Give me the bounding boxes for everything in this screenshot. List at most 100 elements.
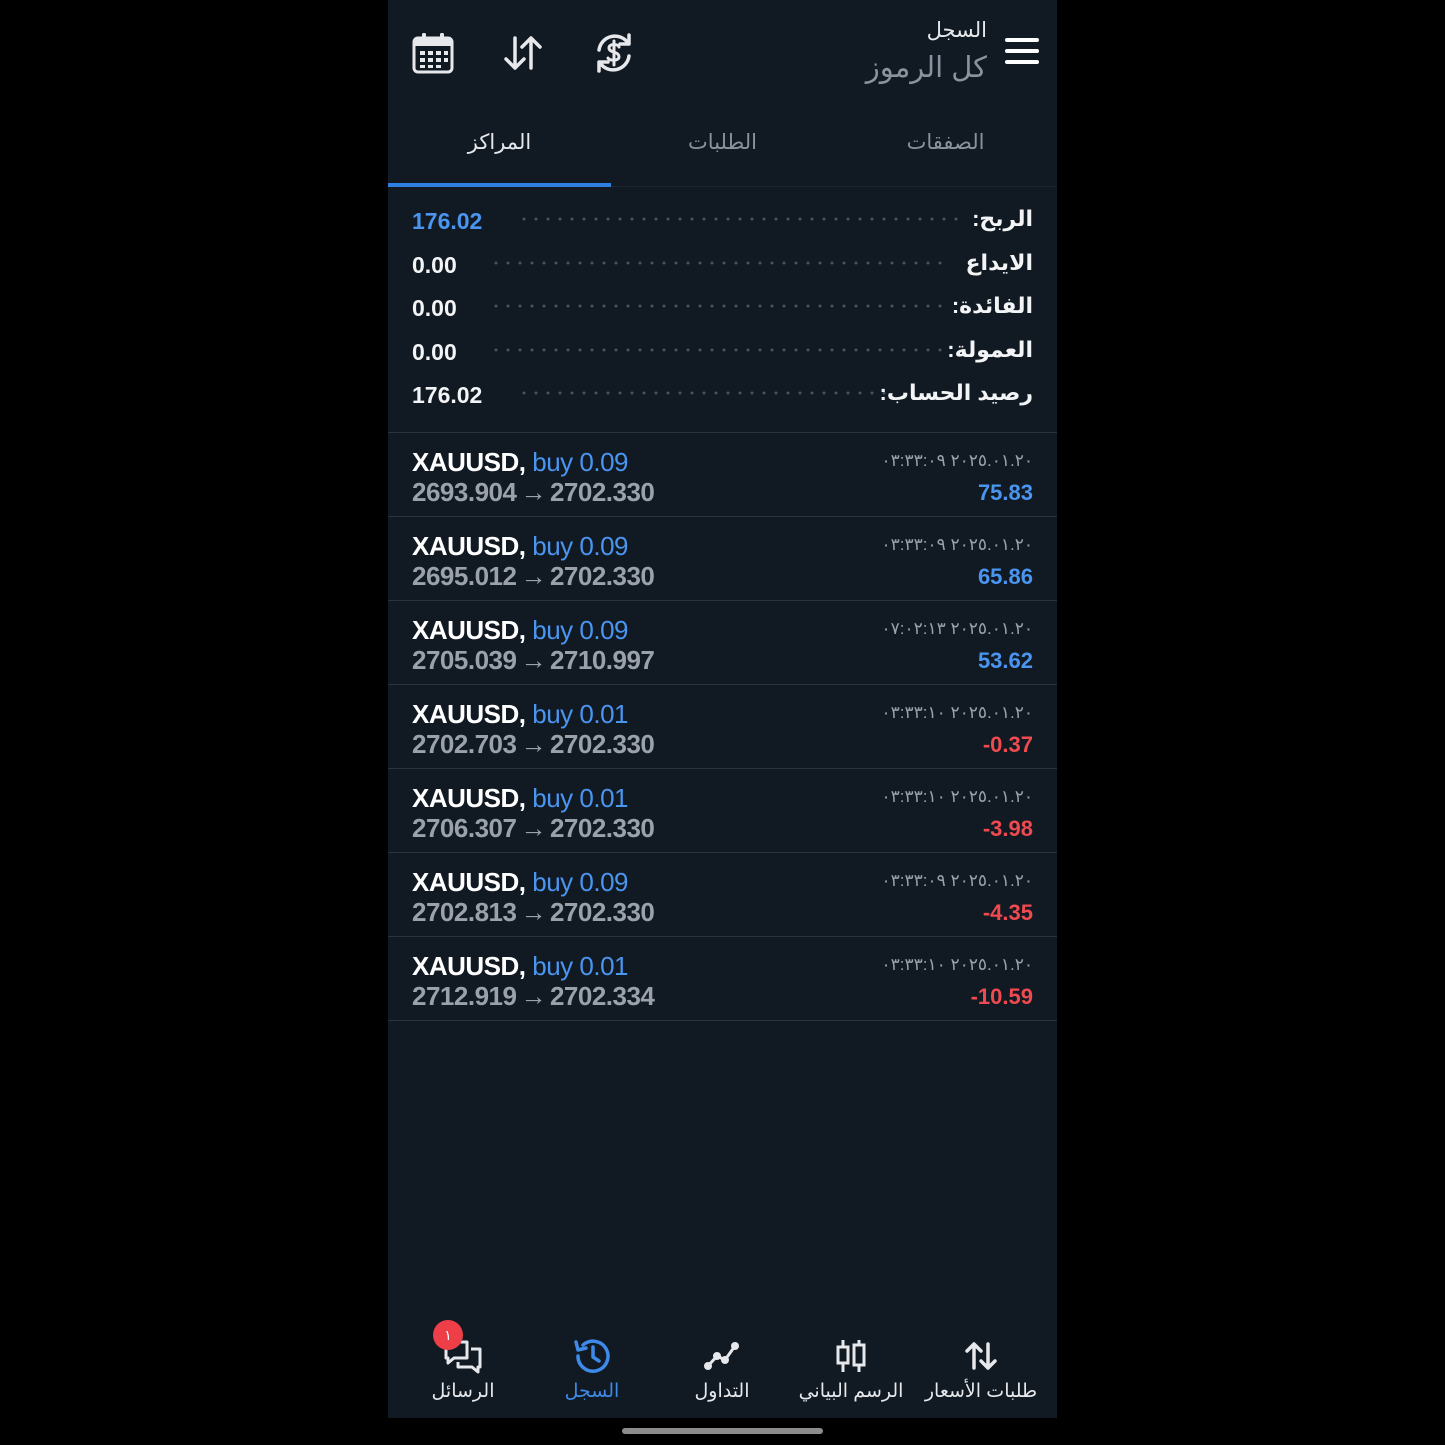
- active-tab-indicator: [388, 183, 611, 187]
- symbol: XAUUSD,: [412, 951, 526, 981]
- commission-label: العمولة:: [947, 336, 1033, 362]
- nav-chart[interactable]: الرسم البياني: [786, 1308, 916, 1418]
- leader-dots: [518, 216, 958, 222]
- timestamp: ٢٠٢٥.٠١.٢٠ ٠٧:٠٢:١٣: [881, 619, 1033, 638]
- arrow-right-icon: →: [520, 477, 546, 507]
- close-price: 2702.330: [549, 477, 655, 507]
- interest-label: الفائدة:: [951, 293, 1033, 318]
- tab-positions[interactable]: المراكز: [388, 112, 611, 186]
- trade-side-volume: buy 0.01: [532, 951, 628, 981]
- open-price: 2705.039: [412, 645, 517, 675]
- summary-row-profit: 176.02 الربح:: [388, 198, 1057, 242]
- currency-refresh-icon[interactable]: [591, 30, 637, 76]
- leader-dots: [490, 259, 950, 266]
- nav-label: الرسم البياني: [798, 1381, 904, 1402]
- bottom-nav: ١ الرسائل السجل التداول الرسم البياني طل…: [388, 1308, 1057, 1418]
- history-icon: [572, 1336, 612, 1376]
- profit: 65.86: [977, 564, 1033, 589]
- nav-history[interactable]: السجل: [527, 1308, 657, 1418]
- symbol: XAUUSD,: [412, 615, 526, 645]
- profit-value: 176.02: [412, 208, 483, 234]
- profit: -0.37: [982, 732, 1033, 757]
- symbol: XAUUSD,: [412, 867, 526, 897]
- profit: -10.59: [970, 984, 1033, 1009]
- home-indicator-area: [388, 1418, 1057, 1445]
- quotes-icon: [961, 1336, 1001, 1376]
- trade-side-volume: buy 0.09: [532, 447, 628, 477]
- symbol: XAUUSD,: [412, 447, 526, 477]
- deposit-label: الايداع: [965, 249, 1033, 275]
- list-item[interactable]: XAUUSD, buy 0.01 2712.919 → 2702.334 ٢٠٢٥.…: [388, 937, 1057, 1021]
- open-price: 2693.904: [412, 477, 517, 507]
- arrow-right-icon: →: [520, 897, 546, 927]
- summary-row-interest: 0.00 الفائدة:: [388, 285, 1057, 329]
- symbol-filter-title[interactable]: كل الرموز: [866, 50, 987, 85]
- sort-arrows-icon[interactable]: [500, 30, 546, 76]
- summary-row-deposit: 0.00 الايداع: [388, 242, 1057, 286]
- list-item[interactable]: XAUUSD, buy 0.09 2695.012 → 2702.330 ٢٠٢٥.…: [388, 517, 1057, 601]
- menu-icon[interactable]: [1005, 38, 1039, 68]
- arrow-right-icon: →: [520, 981, 546, 1011]
- profit: -3.98: [982, 816, 1033, 841]
- balance-label: رصيد الحساب:: [879, 380, 1033, 405]
- trade-side-volume: buy 0.09: [532, 867, 628, 897]
- list-item[interactable]: XAUUSD, buy 0.09 2702.813 → 2702.330 ٢٠٢٥.…: [388, 853, 1057, 937]
- tab-bar: المراكز الطلبات الصفقات: [388, 112, 1057, 187]
- timestamp: ٢٠٢٥.٠١.٢٠ ٠٣:٣٣:٠٩: [881, 871, 1033, 890]
- commission-value: 0.00: [412, 338, 457, 365]
- open-price: 2702.813: [412, 897, 517, 927]
- tab-deals[interactable]: الصفقات: [834, 112, 1057, 186]
- close-price: 2702.334: [549, 981, 655, 1011]
- close-price: 2702.330: [549, 561, 655, 591]
- list-item[interactable]: XAUUSD, buy 0.09 2693.904 → 2702.330 ٢٠٢٥.…: [388, 433, 1057, 517]
- close-price: 2702.330: [549, 897, 655, 927]
- nav-label: طلبات الأسعار: [924, 1381, 1038, 1402]
- trade-side-volume: buy 0.01: [532, 783, 628, 813]
- header-subtitle: السجل: [926, 19, 987, 42]
- arrow-right-icon: →: [520, 645, 546, 675]
- account-summary: 176.02 الربح: 0.00 الايداع 0.00 الفائدة:…: [388, 198, 1057, 416]
- app-screen: السجل كل الرموز المراكز الطلبات الصفقات …: [388, 0, 1057, 1445]
- balance-value: 176.02: [412, 382, 483, 408]
- nav-quotes[interactable]: طلبات الأسعار: [916, 1308, 1046, 1418]
- profit-label: الربح:: [972, 206, 1033, 231]
- arrow-right-icon: →: [520, 561, 546, 591]
- open-price: 2695.012: [412, 561, 517, 591]
- summary-row-commission: 0.00 العمولة:: [388, 329, 1057, 373]
- leader-dots: [490, 303, 950, 309]
- profit: -4.35: [982, 900, 1033, 925]
- unread-badge: ١: [433, 1320, 463, 1350]
- open-price: 2712.919: [412, 981, 517, 1011]
- trade-side-volume: buy 0.09: [532, 531, 628, 561]
- trade-side-volume: buy 0.01: [532, 699, 628, 729]
- symbol: XAUUSD,: [412, 783, 526, 813]
- nav-label: الرسائل: [431, 1381, 495, 1402]
- trade-side-volume: buy 0.09: [532, 615, 628, 645]
- list-item[interactable]: XAUUSD, buy 0.09 2705.039 → 2710.997 ٢٠٢٥.…: [388, 601, 1057, 685]
- calendar-icon[interactable]: [410, 30, 456, 76]
- timestamp: ٢٠٢٥.٠١.٢٠ ٠٣:٣٣:١٠: [881, 787, 1033, 806]
- tab-orders[interactable]: الطلبات: [611, 112, 834, 186]
- list-item[interactable]: XAUUSD, buy 0.01 2702.703 → 2702.330 ٢٠٢٥.…: [388, 685, 1057, 769]
- arrow-right-icon: →: [520, 813, 546, 843]
- timestamp: ٢٠٢٥.٠١.٢٠ ٠٣:٣٣:٠٩: [881, 451, 1033, 470]
- list-item[interactable]: XAUUSD, buy 0.01 2706.307 → 2702.330 ٢٠٢٥.…: [388, 769, 1057, 853]
- nav-label: التداول: [694, 1381, 750, 1402]
- interest-value: 0.00: [412, 295, 457, 321]
- close-price: 2702.330: [549, 729, 655, 759]
- header: السجل كل الرموز: [388, 0, 1057, 110]
- nav-messages[interactable]: ١ الرسائل: [398, 1308, 528, 1418]
- close-price: 2702.330: [549, 813, 655, 843]
- candlestick-icon: [831, 1336, 871, 1376]
- open-price: 2706.307: [412, 813, 517, 843]
- nav-label: السجل: [564, 1381, 620, 1402]
- profit: 53.62: [977, 648, 1033, 673]
- nav-trade[interactable]: التداول: [657, 1308, 787, 1418]
- arrow-right-icon: →: [520, 729, 546, 759]
- deposit-value: 0.00: [412, 251, 457, 278]
- leader-dots: [490, 346, 950, 353]
- timestamp: ٢٠٢٥.٠١.٢٠ ٠٣:٣٣:١٠: [881, 703, 1033, 722]
- open-price: 2702.703: [412, 729, 517, 759]
- symbol: XAUUSD,: [412, 699, 526, 729]
- timestamp: ٢٠٢٥.٠١.٢٠ ٠٣:٣٣:٠٩: [881, 535, 1033, 554]
